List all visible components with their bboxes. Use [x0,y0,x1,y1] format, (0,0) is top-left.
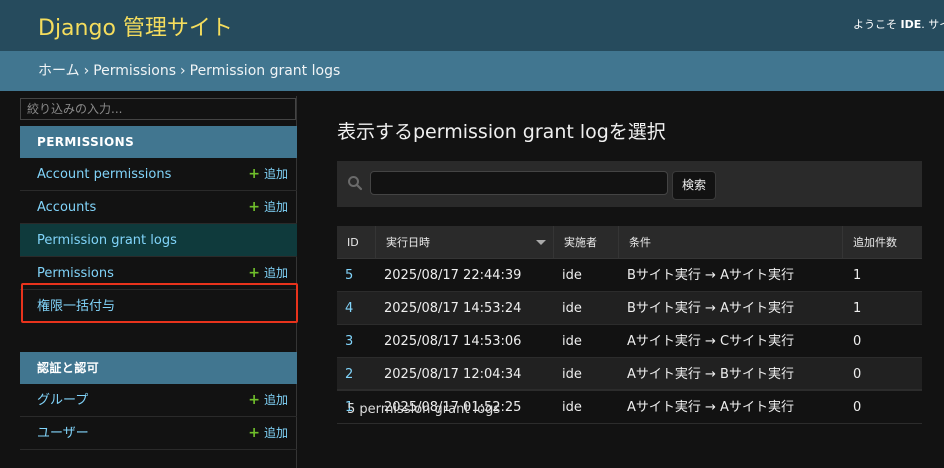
cell-added-count: 1 [853,268,862,283]
plus-icon: + [248,166,260,182]
cell-executed-at: 2025/08/17 12:04:34 [384,367,522,382]
module-caption-permissions[interactable]: PERMISSIONS [20,126,297,158]
cell-executed-at: 2025/08/17 14:53:06 [384,334,522,349]
breadcrumb-current: Permission grant logs [189,63,341,79]
column-header-id[interactable]: ID [337,226,375,259]
add-link[interactable]: + 追加 [248,158,288,191]
breadcrumb-separator: › [83,63,90,79]
sidebar-item-users[interactable]: ユーザー + 追加 [20,417,297,450]
sidebar: PERMISSIONS Account permissions +追加 Acco… [20,96,297,468]
plus-icon: + [248,425,260,441]
cell-condition: Bサイト実行 → Aサイト実行 [627,268,794,283]
add-link[interactable]: + 追加 [248,191,288,224]
table-header: ID 実行日時 実施者 条件 追加件数 [337,226,922,259]
add-link[interactable]: + 追加 [248,417,288,450]
cell-condition: Aサイト実行 → Cサイト実行 [627,334,795,349]
username: IDE [900,18,922,31]
sidebar-item-label[interactable]: Account permissions [37,158,171,191]
sidebar-item-accounts[interactable]: Accounts + 追加 [20,191,297,224]
sidebar-item-label[interactable]: Permission grant logs [37,224,177,257]
cell-executor: ide [562,334,582,349]
search-button[interactable]: 検索 [672,171,716,200]
breadcrumb: ホーム › Permissions › Permission grant logs [0,51,944,91]
nav-filter-input[interactable] [20,98,296,120]
breadcrumb-home[interactable]: ホーム [38,63,80,79]
page-title: 表示するpermission grant logを選択 [337,121,666,143]
search-icon [348,176,363,191]
sidebar-item-account-permissions[interactable]: Account permissions + 追加 [20,158,297,191]
sidebar-item-groups[interactable]: グループ + 追加 [20,384,297,417]
view-site-link[interactable]: . サイ [921,18,944,31]
cell-added-count: 0 [853,367,862,382]
welcome-text: ようこそ [853,18,901,31]
cell-executor: ide [562,301,582,316]
search-input[interactable] [370,171,668,195]
cell-executor: ide [562,367,582,382]
search-toolbar: 検索 [337,161,922,207]
column-header-added-count[interactable]: 追加件数 [842,226,922,259]
table-row: 5 2025/08/17 22:44:39 ide Bサイト実行 → Aサイト実… [337,259,922,292]
cell-executed-at: 2025/08/17 14:53:24 [384,301,522,316]
cell-condition: Bサイト実行 → Aサイト実行 [627,301,794,316]
cell-added-count: 0 [853,334,862,349]
table-row: 2 2025/08/17 12:04:34 ide Aサイト実行 → Bサイト実… [337,358,922,391]
cell-executed-at: 2025/08/17 22:44:39 [384,268,522,283]
sort-desc-icon[interactable] [536,240,546,245]
cell-added-count: 1 [853,301,862,316]
plus-icon: + [248,392,260,408]
column-header-executor[interactable]: 実施者 [553,226,618,259]
header: Django 管理サイト ようこそ IDE. サイ [0,0,944,51]
sidebar-item-label[interactable]: Accounts [37,191,96,224]
column-header-executed-at[interactable]: 実行日時 [375,226,553,259]
highlight-box [21,283,298,323]
table-row: 4 2025/08/17 14:53:24 ide Bサイト実行 → Aサイト実… [337,292,922,325]
site-name[interactable]: Django 管理サイト [38,10,233,42]
plus-icon: + [248,199,260,215]
breadcrumb-app[interactable]: Permissions [93,63,176,79]
sidebar-item-label[interactable]: ユーザー [37,417,89,450]
cell-condition: Aサイト実行 → Bサイト実行 [627,367,794,382]
breadcrumb-separator: › [180,63,186,79]
sidebar-item-label[interactable]: グループ [37,384,88,417]
row-id-link[interactable]: 5 [337,259,353,292]
add-link[interactable]: + 追加 [248,384,288,417]
sidebar-item-permission-grant-logs[interactable]: Permission grant logs [20,224,297,257]
user-tools: ようこそ IDE. サイ [853,16,944,32]
cell-executor: ide [562,268,582,283]
column-header-condition[interactable]: 条件 [618,226,842,259]
row-id-link[interactable]: 3 [337,325,353,358]
row-id-link[interactable]: 2 [337,358,353,391]
plus-icon: + [248,265,260,281]
result-count: 5 permission grant logs [337,389,922,429]
row-id-link[interactable]: 4 [337,292,353,325]
module-caption-auth[interactable]: 認証と認可 [20,352,297,384]
table-row: 3 2025/08/17 14:53:06 ide Aサイト実行 → Cサイト実… [337,325,922,358]
